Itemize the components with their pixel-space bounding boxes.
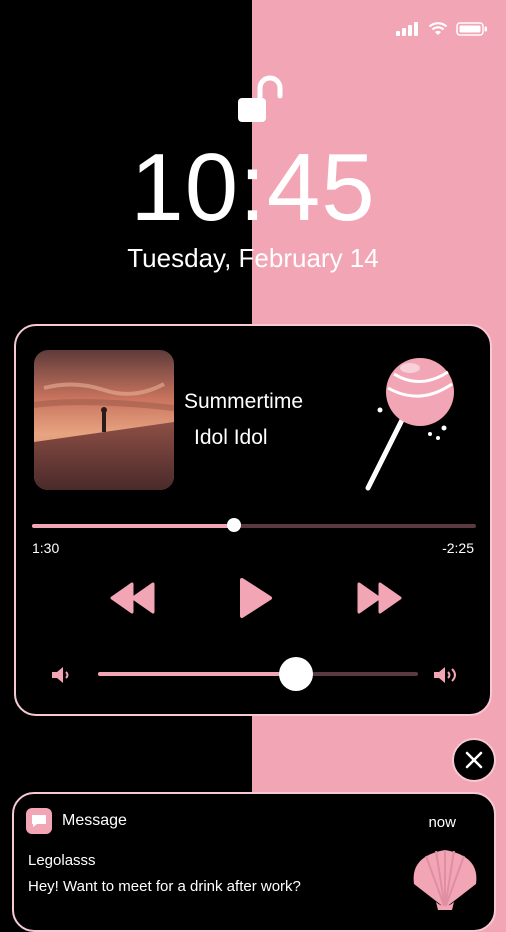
volume-knob[interactable] — [279, 657, 314, 691]
music-player-widget: Summertime Idol Idol 1:30 -2:25 — [14, 324, 492, 716]
elapsed-time: 1:30 — [32, 540, 60, 556]
notification-message: Hey! Want to meet for a drink after work… — [28, 878, 301, 895]
remaining-time: -2:25 — [442, 540, 474, 556]
seashell-icon — [413, 850, 477, 910]
sunset-photo — [34, 350, 174, 490]
clock-date: Tuesday, February 14 — [127, 243, 379, 273]
close-button[interactable] — [452, 738, 496, 782]
volume-fill — [98, 672, 297, 676]
wifi-icon — [428, 22, 448, 35]
message-app-icon — [26, 808, 52, 834]
progress-fill — [32, 524, 235, 528]
song-title: Summertime — [184, 390, 304, 413]
play-button[interactable] — [234, 576, 278, 620]
album-art[interactable] — [34, 350, 174, 490]
message-notification[interactable]: Message now Legolasss Hey! Want to meet … — [12, 792, 496, 932]
play-icon — [240, 578, 272, 618]
signal-bars-icon — [396, 22, 418, 36]
lollipop-icon — [365, 358, 454, 491]
playback-progress-bar[interactable] — [32, 518, 476, 532]
progress-scrubber[interactable] — [227, 518, 242, 532]
rewind-button[interactable] — [108, 576, 158, 620]
notification-app-name: Message — [62, 812, 127, 829]
fast-forward-icon — [357, 582, 402, 614]
artist-name: Idol Idol — [194, 426, 268, 449]
battery-icon — [456, 22, 487, 36]
rewind-icon — [110, 582, 155, 614]
clock-time: 10:45 — [130, 134, 376, 241]
unlocked-padlock-icon — [238, 75, 283, 122]
notification-time: now — [428, 814, 456, 831]
notification-sender: Legolasss — [28, 852, 96, 869]
message-icon — [32, 815, 46, 827]
fast-forward-button[interactable] — [354, 576, 404, 620]
close-icon — [465, 751, 483, 769]
status-bar — [396, 22, 488, 36]
volume-low-icon[interactable] — [50, 664, 72, 686]
volume-high-icon[interactable] — [432, 664, 462, 686]
volume-slider[interactable] — [98, 657, 418, 691]
